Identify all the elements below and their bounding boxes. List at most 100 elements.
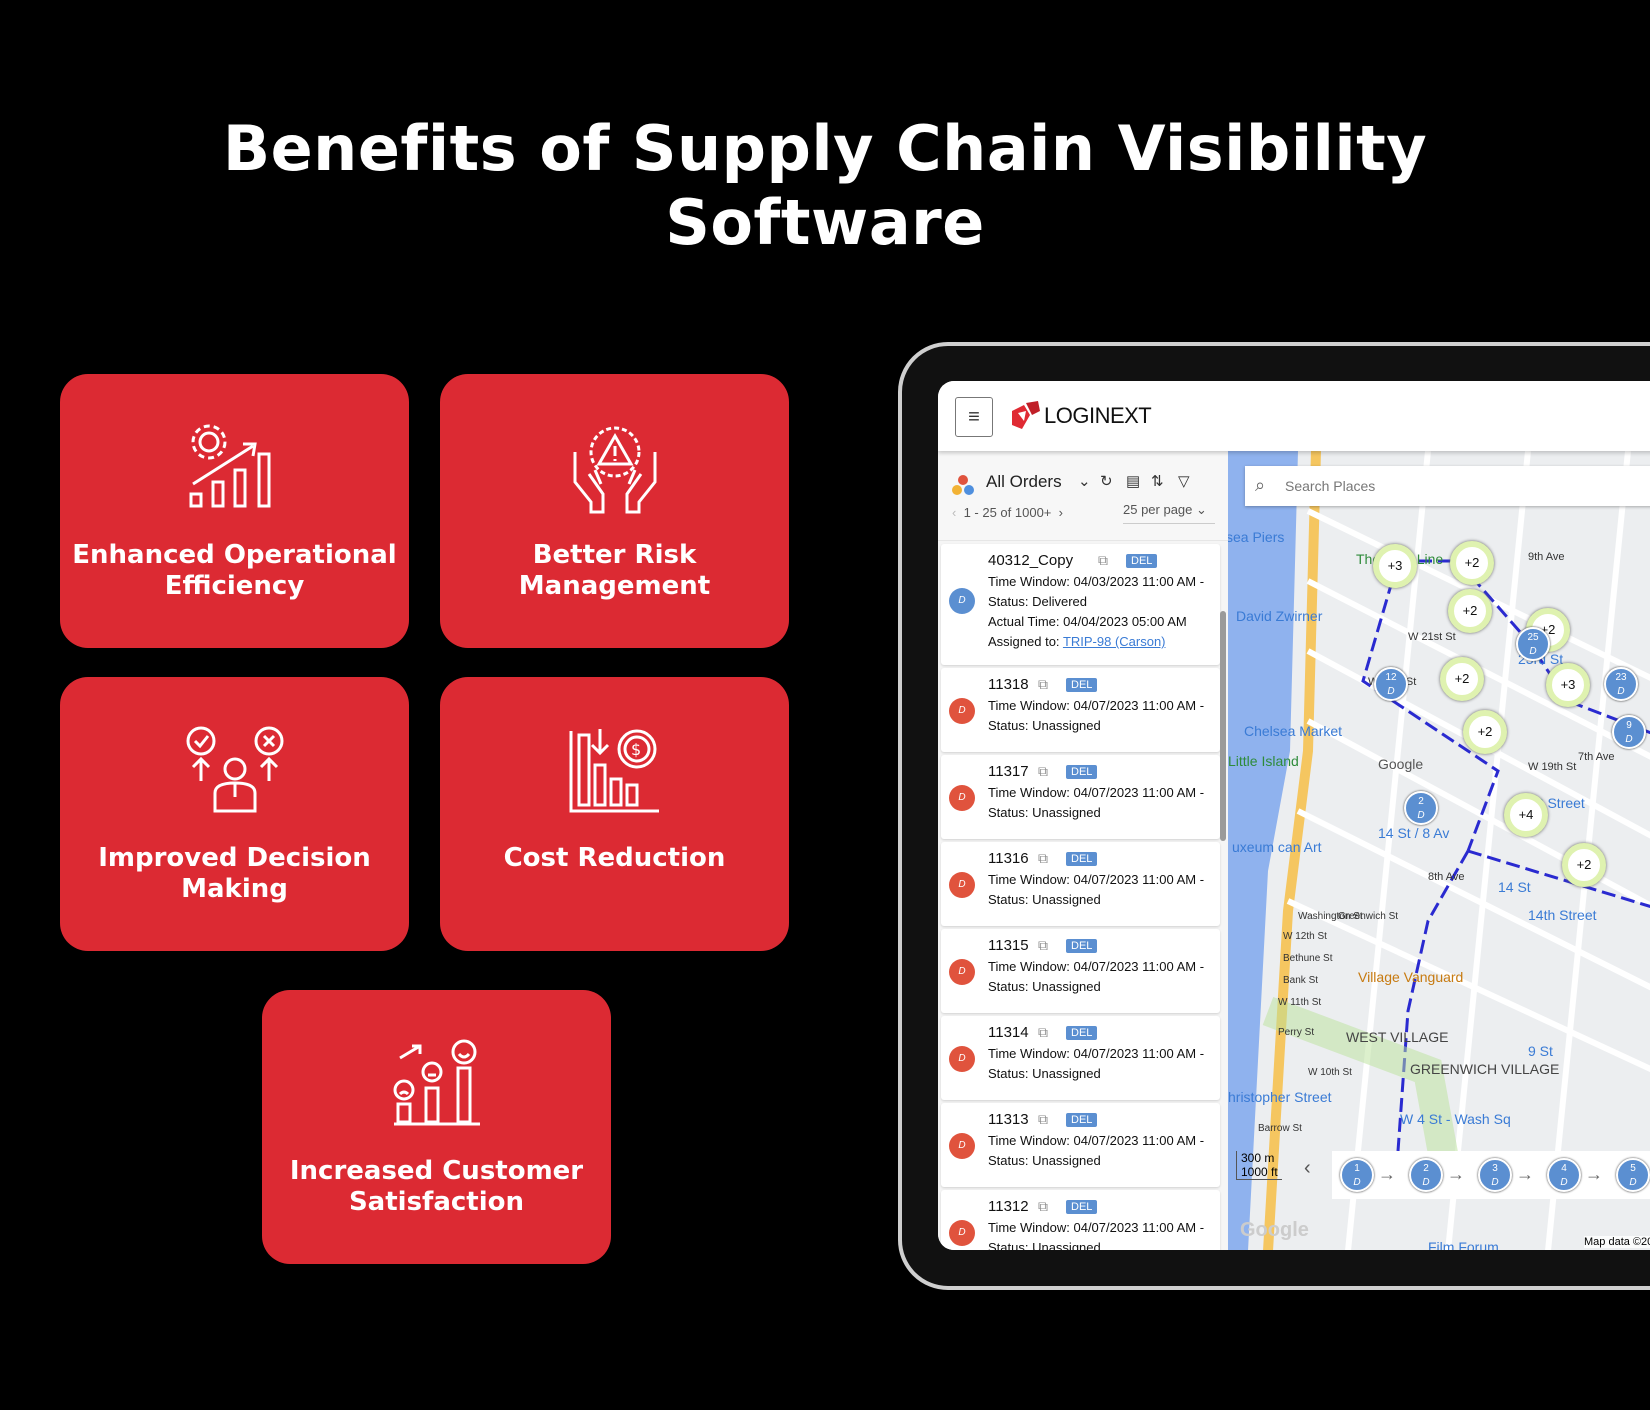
map-stop-marker[interactable]: 9D bbox=[1612, 715, 1646, 749]
scrollbar[interactable] bbox=[1220, 611, 1226, 841]
open-external-icon[interactable]: ⧉ bbox=[1038, 1111, 1048, 1128]
map-label[interactable]: Google bbox=[1378, 756, 1423, 772]
order-avatar: D bbox=[949, 872, 975, 898]
map-label[interactable]: Chelsea Market bbox=[1244, 723, 1342, 739]
map-label[interactable]: W 12th St bbox=[1283, 931, 1327, 942]
order-type-badge: DEL bbox=[1066, 852, 1098, 866]
map-stop-marker[interactable]: 2D bbox=[1404, 791, 1438, 825]
map-label[interactable]: sea Piers bbox=[1228, 529, 1284, 545]
map-cluster-marker[interactable]: +2 bbox=[1448, 589, 1492, 633]
map-label[interactable]: W 21st St bbox=[1408, 631, 1456, 643]
open-external-icon[interactable]: ⧉ bbox=[1038, 850, 1048, 867]
map-cluster-marker[interactable]: +3 bbox=[1373, 544, 1417, 588]
map-cluster-marker[interactable]: +2 bbox=[1463, 710, 1507, 754]
order-item[interactable]: D 11315 ⧉ DEL Time Window: 04/07/2023 11… bbox=[941, 929, 1220, 1013]
map-view[interactable]: ⌕ Search Places sea Piers David Zwirner Che… bbox=[1228, 451, 1650, 1250]
map-cluster-marker[interactable]: +2 bbox=[1440, 657, 1484, 701]
menu-button[interactable]: ≡ bbox=[955, 397, 993, 437]
map-stop-marker[interactable]: 23 D bbox=[1604, 667, 1638, 701]
map-scale: 300 m 1000 ft bbox=[1236, 1151, 1282, 1180]
map-label[interactable]: Bank St bbox=[1283, 975, 1318, 986]
map-label[interactable]: hristopher Street bbox=[1228, 1089, 1332, 1105]
calendar-icon[interactable]: ▤ bbox=[1126, 472, 1140, 490]
orders-toolbar: All Orders ⌄ ↻ ▤ ⇅ ▽ ‹ 1 - 25 of 1000+ ›… bbox=[938, 451, 1228, 541]
map-label[interactable]: Little Island bbox=[1228, 753, 1299, 769]
map-label[interactable]: WEST VILLAGE bbox=[1346, 1029, 1448, 1045]
order-item[interactable]: D 40312_Copy ⧉ DEL Time Window: 04/03/20… bbox=[941, 544, 1220, 665]
order-type-badge: DEL bbox=[1066, 1200, 1098, 1214]
map-label[interactable]: Bethune St bbox=[1283, 953, 1332, 964]
route-stop-1[interactable]: 1D bbox=[1340, 1158, 1374, 1192]
order-id[interactable]: 11315 bbox=[988, 937, 1029, 954]
benefit-card-satisfaction: Increased Customer Satisfaction bbox=[262, 990, 611, 1264]
order-id[interactable]: 11313 bbox=[988, 1111, 1029, 1128]
map-label[interactable]: uxeum can Art bbox=[1232, 839, 1322, 855]
map-label[interactable]: David Zwirner bbox=[1236, 608, 1322, 624]
route-stop-2[interactable]: 2D bbox=[1409, 1158, 1443, 1192]
open-external-icon[interactable]: ⧉ bbox=[1038, 1198, 1048, 1215]
refresh-icon[interactable]: ↻ bbox=[1100, 472, 1113, 490]
order-id[interactable]: 11318 bbox=[988, 676, 1029, 693]
open-external-icon[interactable]: ⧉ bbox=[1038, 676, 1048, 693]
map-stop-marker[interactable]: 25 D bbox=[1516, 627, 1550, 661]
order-item[interactable]: D 11317 ⧉ DEL Time Window: 04/07/2023 11… bbox=[941, 755, 1220, 839]
list-title[interactable]: All Orders bbox=[986, 472, 1062, 492]
trip-link[interactable]: TRIP-98 (Carson) bbox=[1063, 634, 1166, 649]
order-item[interactable]: D 11314 ⧉ DEL Time Window: 04/07/2023 11… bbox=[941, 1016, 1220, 1100]
route-prev-button[interactable]: ‹ bbox=[1304, 1157, 1311, 1180]
order-item[interactable]: D 11318 ⧉ DEL Time Window: 04/07/2023 11… bbox=[941, 668, 1220, 752]
order-id[interactable]: 11312 bbox=[988, 1198, 1029, 1215]
open-external-icon[interactable]: ⧉ bbox=[1038, 1024, 1048, 1041]
map-cluster-marker[interactable]: +2 bbox=[1450, 541, 1494, 585]
person-choice-icon bbox=[186, 726, 283, 813]
map-label[interactable]: 9 St bbox=[1528, 1043, 1553, 1059]
order-item[interactable]: D 11312 ⧉ DEL Time Window: 04/07/2023 11… bbox=[941, 1190, 1220, 1250]
benefit-card-decision: Improved Decision Making bbox=[60, 677, 409, 951]
map-label[interactable]: Barrow St bbox=[1258, 1123, 1302, 1134]
map-label[interactable]: 14 St bbox=[1498, 879, 1531, 895]
filter-icon[interactable]: ▽ bbox=[1178, 472, 1190, 490]
svg-text:$: $ bbox=[631, 740, 641, 759]
search-places-input[interactable]: ⌕ Search Places bbox=[1245, 466, 1650, 506]
order-id[interactable]: 11317 bbox=[988, 763, 1029, 780]
map-label[interactable]: 9th Ave bbox=[1528, 551, 1565, 563]
map-label[interactable]: 7th Ave bbox=[1578, 751, 1615, 763]
order-actual-time: Actual Time: 04/04/2023 05:00 AM bbox=[988, 614, 1187, 629]
arrow-right-icon: → bbox=[1585, 1164, 1603, 1184]
order-id[interactable]: 11316 bbox=[988, 850, 1029, 867]
map-label[interactable]: W 4 St - Wash Sq bbox=[1400, 1111, 1511, 1127]
map-cluster-marker[interactable]: +4 bbox=[1504, 793, 1548, 837]
map-stop-marker[interactable]: 12 D bbox=[1374, 667, 1408, 701]
map-label[interactable]: 14 St / 8 Av bbox=[1378, 825, 1449, 841]
open-external-icon[interactable]: ⧉ bbox=[1098, 552, 1108, 569]
map-label[interactable]: Film Forum bbox=[1428, 1239, 1499, 1250]
map-label[interactable]: GREENWICH VILLAGE bbox=[1410, 1061, 1559, 1077]
map-label[interactable]: W 11th St bbox=[1278, 997, 1321, 1008]
chevron-down-icon[interactable]: ⌄ bbox=[1078, 472, 1091, 490]
map-label[interactable]: 14th Street bbox=[1528, 907, 1597, 923]
sort-icon[interactable]: ⇅ bbox=[1151, 472, 1164, 490]
route-stop-5[interactable]: 5D bbox=[1616, 1158, 1650, 1192]
map-label[interactable]: Village Vanguard bbox=[1358, 969, 1463, 985]
route-stop-3[interactable]: 3D bbox=[1478, 1158, 1512, 1192]
order-id[interactable]: 40312_Copy bbox=[988, 552, 1073, 569]
orders-logo-icon bbox=[952, 475, 974, 495]
order-item[interactable]: D 11316 ⧉ DEL Time Window: 04/07/2023 11… bbox=[941, 842, 1220, 926]
map-label[interactable]: 8th Ave bbox=[1428, 871, 1465, 883]
benefit-card-efficiency: Enhanced Operational Efficiency bbox=[60, 374, 409, 648]
map-label[interactable]: W 10th St bbox=[1308, 1067, 1352, 1078]
pagination[interactable]: ‹ 1 - 25 of 1000+ › bbox=[952, 505, 1063, 520]
map-cluster-marker[interactable]: +2 bbox=[1562, 843, 1606, 887]
map-label[interactable]: Perry St bbox=[1278, 1027, 1314, 1038]
map-label[interactable]: Washington St bbox=[1298, 911, 1363, 922]
map-label[interactable]: W 19th St bbox=[1528, 761, 1576, 773]
open-external-icon[interactable]: ⧉ bbox=[1038, 763, 1048, 780]
app-screen: ≡ LOGINEXT All Orders ⌄ ↻ ▤ ⇅ ▽ ‹ 1 - 25… bbox=[938, 381, 1650, 1250]
per-page-select[interactable]: 25 per page ⌄ bbox=[1123, 502, 1215, 524]
route-stop-4[interactable]: 4D bbox=[1547, 1158, 1581, 1192]
dollar-chart-down-icon: $ bbox=[569, 729, 659, 813]
map-cluster-marker[interactable]: +3 bbox=[1546, 663, 1590, 707]
order-id[interactable]: 11314 bbox=[988, 1024, 1029, 1041]
order-item[interactable]: D 11313 ⧉ DEL Time Window: 04/07/2023 11… bbox=[941, 1103, 1220, 1187]
open-external-icon[interactable]: ⧉ bbox=[1038, 937, 1048, 954]
